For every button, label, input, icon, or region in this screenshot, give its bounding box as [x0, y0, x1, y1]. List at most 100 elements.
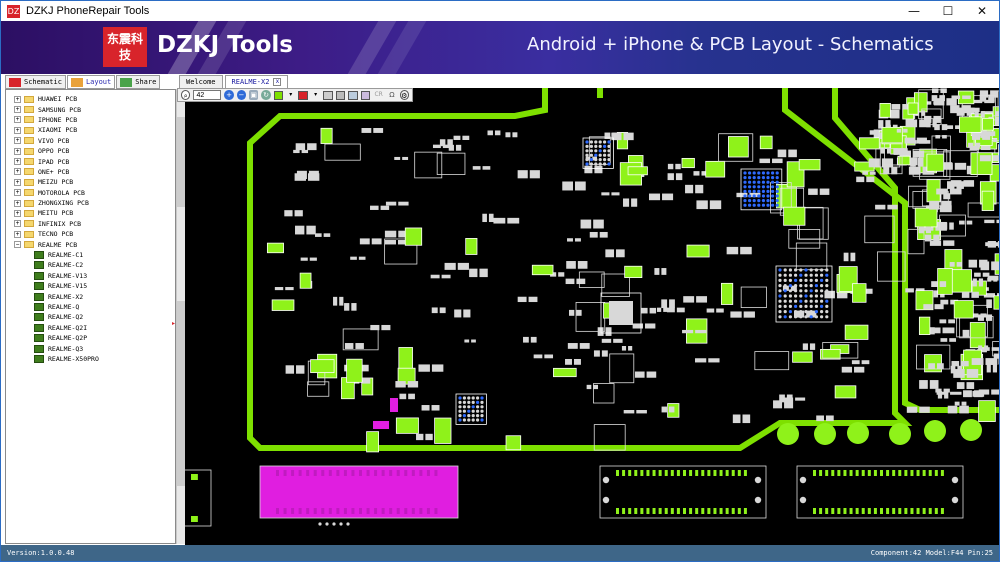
bga-ball[interactable] — [603, 149, 607, 153]
smd-pad[interactable] — [488, 213, 494, 223]
bga-ball[interactable] — [825, 268, 829, 272]
bga-ball[interactable] — [771, 199, 775, 203]
smd-pad[interactable] — [981, 145, 991, 151]
bga-ball[interactable] — [804, 284, 808, 288]
smd-pad[interactable] — [732, 414, 741, 424]
smd-pad[interactable] — [929, 240, 942, 246]
bga-ball[interactable] — [778, 278, 782, 282]
connector-pin[interactable] — [725, 470, 729, 476]
expand-icon[interactable]: + — [14, 189, 21, 197]
bga-ball[interactable] — [799, 299, 803, 303]
zoom-input[interactable] — [193, 90, 222, 100]
smd-pad[interactable] — [530, 336, 537, 343]
bga-ball[interactable] — [794, 294, 798, 298]
bga-ball[interactable] — [804, 273, 808, 277]
smd-pad[interactable] — [695, 184, 704, 194]
bga-ball[interactable] — [814, 284, 819, 288]
smd-pad[interactable] — [708, 358, 720, 363]
top-layer-color-icon[interactable] — [273, 90, 284, 100]
smd-pad[interactable] — [974, 272, 981, 277]
bga-ball[interactable] — [775, 199, 779, 203]
smd-pad[interactable] — [929, 327, 935, 335]
bga-ball[interactable] — [761, 180, 766, 184]
bga-ball[interactable] — [761, 176, 766, 180]
bga-ball[interactable] — [804, 294, 808, 298]
bga-ball[interactable] — [761, 194, 766, 198]
bga-ball[interactable] — [820, 310, 824, 314]
connector-pin[interactable] — [419, 470, 423, 476]
connector-pin[interactable] — [298, 508, 302, 514]
smd-pad[interactable] — [971, 358, 984, 365]
smd-pad[interactable] — [668, 406, 675, 413]
connector-pin[interactable] — [910, 470, 914, 476]
smd-pad[interactable] — [961, 105, 971, 114]
bga-ball[interactable] — [607, 158, 611, 162]
smd-pad[interactable] — [482, 166, 491, 170]
ctrl-label[interactable]: CR — [373, 90, 384, 100]
vertical-scrollbar[interactable] — [176, 89, 186, 544]
smd-pad[interactable] — [567, 343, 578, 349]
smd-pad[interactable] — [307, 143, 317, 151]
test-via[interactable] — [346, 522, 350, 526]
connector-pin[interactable] — [291, 470, 295, 476]
smd-pad[interactable] — [634, 371, 645, 378]
tree-folder[interactable]: + ONE+ PCB — [14, 167, 99, 177]
bga-ball[interactable] — [467, 400, 471, 404]
component-pad[interactable] — [982, 117, 994, 131]
bga-ball[interactable] — [766, 203, 770, 207]
connector-pin[interactable] — [825, 508, 829, 514]
smd-pad[interactable] — [984, 345, 989, 350]
smd-pad[interactable] — [693, 171, 700, 176]
component-outline[interactable] — [414, 151, 443, 179]
connector-pin[interactable] — [351, 508, 355, 514]
bga-ball[interactable] — [809, 315, 813, 319]
smd-pad[interactable] — [381, 324, 391, 331]
smd-pad[interactable] — [910, 157, 916, 167]
bga-ball[interactable] — [743, 199, 747, 203]
smd-pad[interactable] — [936, 363, 944, 369]
component-pad[interactable] — [346, 358, 363, 383]
bga-ball[interactable] — [788, 315, 793, 319]
close-button[interactable]: ✕ — [965, 1, 999, 21]
connector-pin[interactable] — [291, 508, 295, 514]
bga-ball[interactable] — [748, 171, 752, 175]
smd-pad[interactable] — [601, 338, 612, 343]
smd-pad[interactable] — [726, 246, 739, 255]
smd-pad[interactable] — [759, 158, 771, 164]
connector-pin[interactable] — [419, 508, 423, 514]
smd-pad[interactable] — [942, 135, 947, 139]
smd-pad[interactable] — [507, 217, 520, 224]
component-pad[interactable] — [553, 367, 577, 378]
bga-ball[interactable] — [775, 176, 779, 180]
smd-pad[interactable] — [866, 176, 875, 183]
smd-pad[interactable] — [344, 343, 354, 349]
bga-ball[interactable] — [825, 289, 829, 293]
smd-pad[interactable] — [296, 365, 305, 374]
expand-icon[interactable]: + — [14, 106, 21, 114]
connector-pin[interactable] — [343, 508, 347, 514]
connector-pin[interactable] — [713, 470, 717, 476]
smd-pad[interactable] — [579, 343, 590, 349]
component-pad[interactable] — [792, 351, 813, 363]
smd-pad[interactable] — [621, 346, 627, 351]
bga-ball[interactable] — [788, 284, 793, 288]
connector-pin[interactable] — [922, 508, 926, 514]
layers-icon[interactable] — [335, 90, 346, 100]
smd-pad[interactable] — [772, 158, 783, 164]
smd-pad[interactable] — [851, 360, 860, 365]
smd-pad[interactable] — [431, 364, 444, 372]
smd-pad[interactable] — [854, 366, 865, 373]
component-pad[interactable] — [271, 299, 295, 311]
smd-pad[interactable] — [985, 358, 998, 365]
connector-pin[interactable] — [849, 470, 853, 476]
connector-pin[interactable] — [837, 470, 841, 476]
connector-pin[interactable] — [276, 470, 279, 476]
component-pad[interactable] — [953, 300, 974, 319]
smd-pad[interactable] — [949, 262, 955, 267]
connector-pin[interactable] — [194, 516, 198, 522]
smd-pad[interactable] — [975, 142, 981, 148]
smd-pad[interactable] — [869, 130, 879, 135]
bga-ball[interactable] — [752, 203, 756, 207]
smd-pad[interactable] — [605, 249, 615, 258]
smd-pad[interactable] — [296, 170, 307, 180]
